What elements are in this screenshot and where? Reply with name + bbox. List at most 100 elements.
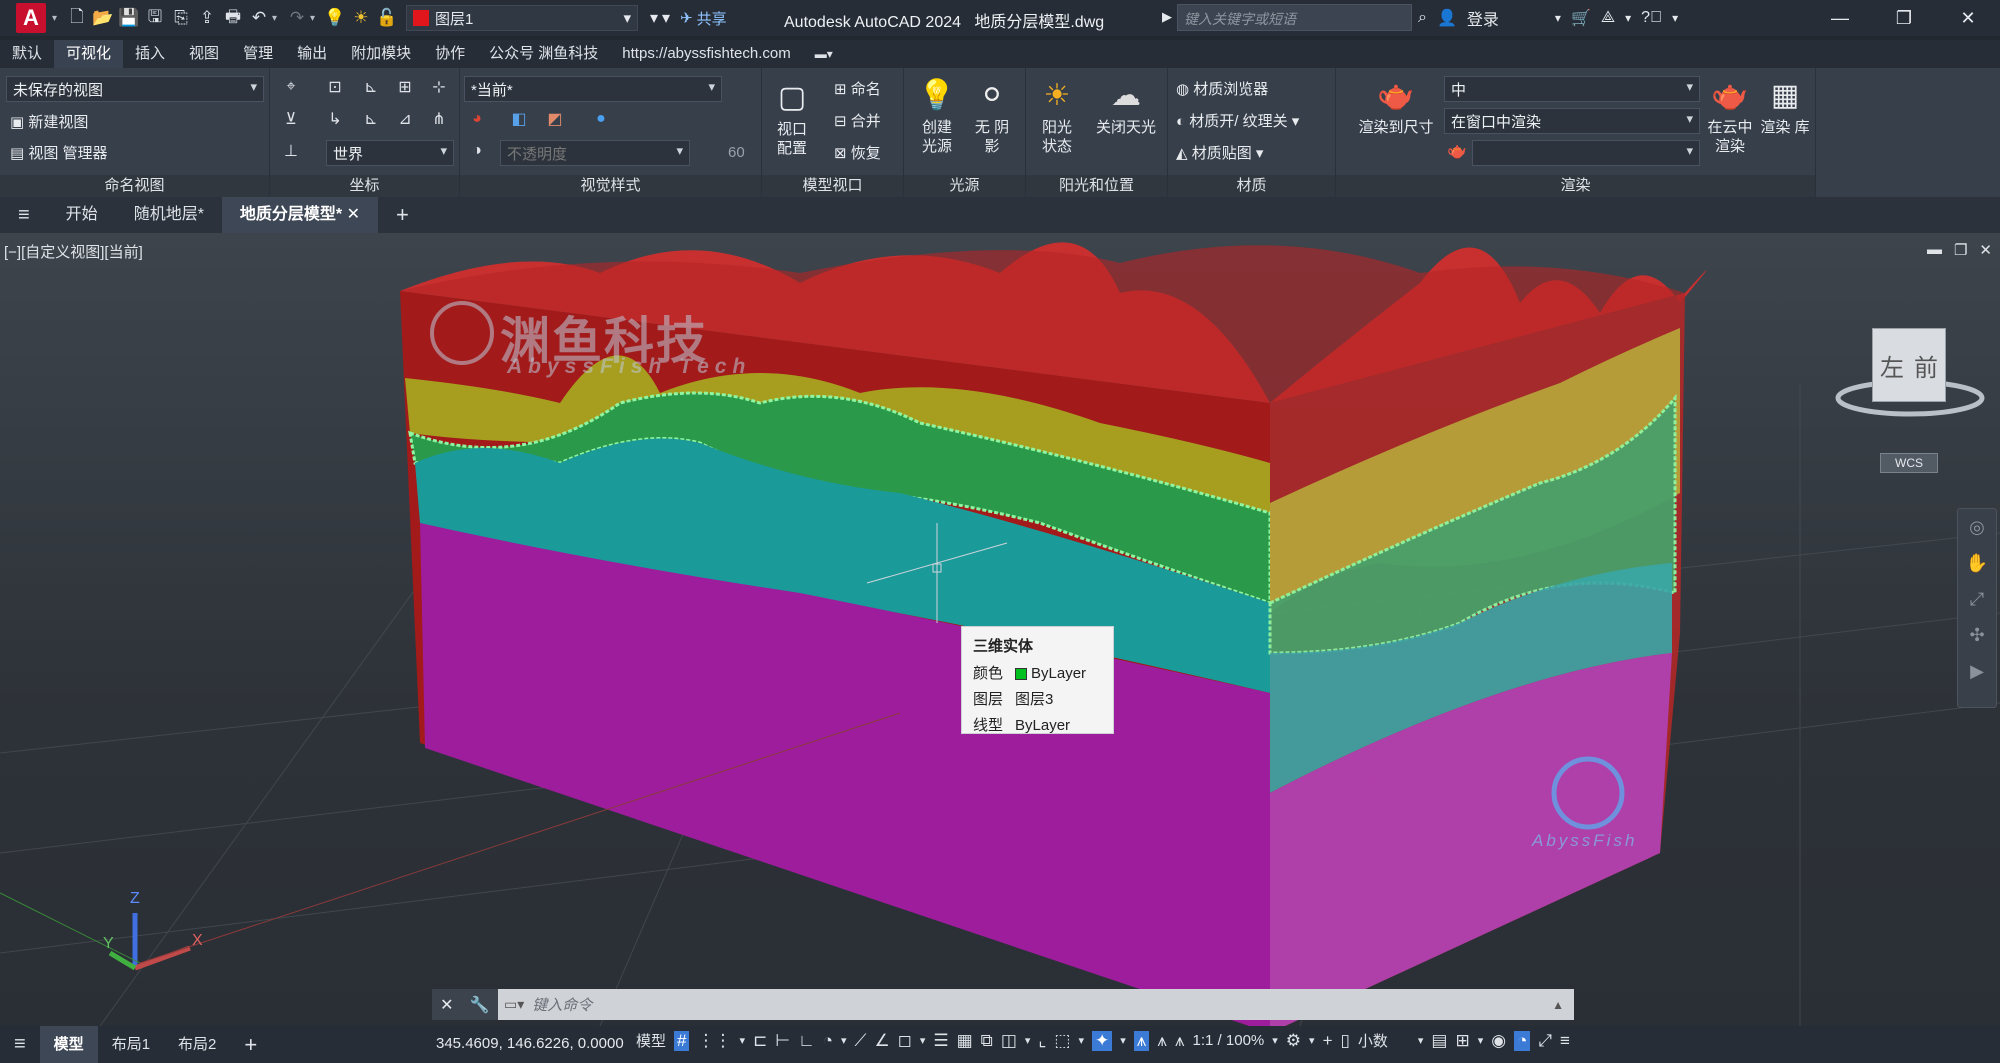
ucs-icon[interactable]: ⌖ xyxy=(280,76,302,98)
viewport-minimize-icon[interactable]: ▬ xyxy=(1927,241,1942,259)
isolate-objects-icon[interactable]: ◉ xyxy=(1491,1031,1506,1051)
new-view-button[interactable]: ▣ 新建视图 xyxy=(10,111,88,132)
close-icon[interactable]: ✕ xyxy=(1936,0,2000,36)
viewport-restore-icon[interactable]: ❐ xyxy=(1954,241,1967,259)
grid-icon[interactable]: # xyxy=(674,1030,690,1051)
viewcube[interactable]: 左 前 xyxy=(1872,328,1946,402)
viewport-close-icon[interactable]: ✕ xyxy=(1979,241,1992,259)
new-tab-button[interactable]: + xyxy=(378,197,427,233)
create-light-button[interactable]: 💡 创建 光源 xyxy=(914,74,960,156)
zoom-icon[interactable]: ⤢ xyxy=(1958,581,1996,617)
render-quality-dropdown[interactable]: 中 xyxy=(1444,76,1700,102)
sun-status-button[interactable]: ☀ 阳光 状态 xyxy=(1034,74,1080,156)
pan-hand-icon[interactable]: ✋ xyxy=(1958,545,1996,581)
shadow-style-icon[interactable]: ◕ xyxy=(466,108,488,130)
selection-cycling-icon[interactable]: ⧉ xyxy=(981,1031,993,1051)
units-value[interactable]: 小数 xyxy=(1358,1030,1388,1051)
gizmo-icon[interactable]: ✦ xyxy=(1091,1030,1113,1051)
help-icon[interactable]: ?⃝ xyxy=(1641,9,1662,27)
tab-start[interactable]: 开始 xyxy=(48,197,116,233)
minimize-icon[interactable]: — xyxy=(1808,0,1872,36)
tab-overflow-icon[interactable]: ▬▾ xyxy=(803,40,845,68)
cart-icon[interactable]: 🛒 xyxy=(1571,8,1591,28)
undo-chevron-icon[interactable]: ▾ xyxy=(272,13,284,24)
command-customize-wrench-icon[interactable]: 🔧 xyxy=(470,995,490,1015)
face-style-icon[interactable]: ◩ xyxy=(544,108,566,130)
viewcube-left[interactable]: 左 xyxy=(1880,348,1904,383)
ucs-origin-icon[interactable]: ⊻ xyxy=(280,108,302,130)
export-icon[interactable]: ⎘ xyxy=(168,5,194,31)
viewport-restore-button[interactable]: ⊠ 恢复 xyxy=(834,142,881,163)
dynamic-ucs-icon[interactable]: ⌞ xyxy=(1038,1031,1046,1051)
tab-geo-model[interactable]: 地质分层模型* ✕ xyxy=(221,197,379,233)
overflow-chevron-icon[interactable]: ▾ xyxy=(662,8,670,28)
close-tab-icon[interactable]: ✕ xyxy=(347,206,360,223)
workspace-gear-icon[interactable]: ⚙ xyxy=(1286,1031,1301,1051)
material-mapping-button[interactable]: ◭ 材质贴图 ▾ xyxy=(1176,142,1263,163)
render-target-dropdown[interactable]: 在窗口中渲染 xyxy=(1444,108,1700,134)
lock-ui-chevron-icon[interactable]: ▾ xyxy=(1478,1034,1484,1047)
viewport-name-button[interactable]: ⊞ 命名 xyxy=(834,78,881,99)
named-view-dropdown[interactable]: 未保存的视图 xyxy=(6,76,264,102)
ucs-face-icon[interactable]: ⊞ xyxy=(394,76,416,98)
layer-on-bulb-icon[interactable]: 💡 xyxy=(322,5,348,31)
tab-view[interactable]: 视图 xyxy=(177,40,231,68)
snap-chevron-icon[interactable]: ▾ xyxy=(739,1034,745,1047)
ucs-world-icon[interactable]: ⊹ xyxy=(428,76,450,98)
sky-off-button[interactable]: ☁ 关闭天光 xyxy=(1088,74,1164,137)
clean-screen-icon[interactable]: ≡ xyxy=(1560,1031,1570,1051)
redo-chevron-icon[interactable]: ▾ xyxy=(310,13,322,24)
tab-random-strata[interactable]: 随机地层* xyxy=(116,197,222,233)
render-env-icon[interactable]: 🫖 xyxy=(1446,140,1468,162)
gizmo-chevron-icon[interactable]: ▾ xyxy=(1120,1034,1126,1047)
hardware-accel-icon[interactable]: ◔ xyxy=(1514,1030,1531,1051)
ucs-dropdown[interactable]: 世界 xyxy=(326,140,454,166)
annotation-scale[interactable]: 1:1 / 100% xyxy=(1193,1032,1265,1049)
command-input[interactable]: 键入命令 xyxy=(524,994,1552,1015)
layer-unlock-icon[interactable]: 🔓 xyxy=(374,5,400,31)
publish-icon[interactable]: ⇪ xyxy=(194,5,220,31)
ucs-x-icon[interactable]: ↳ xyxy=(324,108,346,130)
undo-icon[interactable]: ↶ xyxy=(246,5,272,31)
tab-website[interactable]: https://abyssfishtech.com xyxy=(610,40,802,68)
save-as-icon[interactable]: 🖫 xyxy=(142,5,168,31)
command-close-icon[interactable]: ✕ xyxy=(440,995,453,1015)
tab-insert[interactable]: 插入 xyxy=(123,40,177,68)
tab-addins[interactable]: 附加模块 xyxy=(339,40,423,68)
render-to-size-button[interactable]: 🫖 渲染到尺寸 xyxy=(1346,74,1446,137)
ucs-z-icon[interactable]: ⊿ xyxy=(394,108,416,130)
ucs-3point-icon[interactable]: ⋔ xyxy=(428,108,450,130)
command-history-icon[interactable]: ▭▾ xyxy=(498,996,524,1013)
quick-properties-icon[interactable]: ▤ xyxy=(1431,1031,1447,1051)
autocad-logo[interactable]: A xyxy=(16,3,46,33)
app-menu-chevron-icon[interactable]: ▾ xyxy=(52,13,64,24)
file-tabs-menu-icon[interactable]: ≡ xyxy=(0,197,48,233)
isodraft-icon[interactable]: ⟋ xyxy=(855,1031,867,1051)
wcs-menu-button[interactable]: WCS xyxy=(1880,453,1938,473)
viewport-join-button[interactable]: ⊟ 合并 xyxy=(834,110,881,131)
tab-wechat[interactable]: 公众号 渊鱼科技 xyxy=(477,40,610,68)
units-chevron-icon[interactable]: ▾ xyxy=(1418,1034,1424,1047)
3d-osnap-icon[interactable]: ◫ xyxy=(1001,1031,1017,1051)
search-icon[interactable]: ⌕ xyxy=(1418,9,1427,27)
selection-filter-icon[interactable]: ⬚ xyxy=(1054,1031,1070,1051)
tab-model[interactable]: 模型 xyxy=(39,1026,98,1063)
view-manager-button[interactable]: ▤ 视图 管理器 xyxy=(10,142,108,163)
scale-chevron-icon[interactable]: ▾ xyxy=(1272,1034,1278,1047)
search-input[interactable]: 键入关键字或短语 xyxy=(1177,4,1412,31)
ortho-icon[interactable]: ∟ xyxy=(798,1031,815,1051)
layer-dropdown[interactable]: 图层1 ▾ xyxy=(406,5,638,31)
showmotion-icon[interactable]: ▶ xyxy=(1958,653,1996,689)
expand-arrow-icon[interactable]: ▶ xyxy=(1162,9,1172,25)
open-folder-icon[interactable]: 📂 xyxy=(90,5,116,31)
tab-default[interactable]: 默认 xyxy=(0,40,54,68)
drawing-viewport[interactable]: Z X Y [−][自定义视图][当前] ▬ ❐ ✕ 渊鱼科技 AbyssFis… xyxy=(0,233,2000,1026)
selection-chevron-icon[interactable]: ▾ xyxy=(1078,1034,1084,1047)
ucs-named-icon[interactable]: ⊥ xyxy=(280,140,302,162)
coordinate-readout[interactable]: 345.4609, 146.6226, 0.0000 xyxy=(436,1035,624,1052)
customize-chevron-icon[interactable]: ▾ xyxy=(650,8,658,28)
login-button[interactable]: 登录 xyxy=(1467,6,1499,30)
print-icon[interactable]: 🖶 xyxy=(220,5,246,31)
autodesk-app-icon[interactable]: ⟁ xyxy=(1601,9,1615,27)
new-layout-button[interactable]: + xyxy=(230,1026,271,1063)
